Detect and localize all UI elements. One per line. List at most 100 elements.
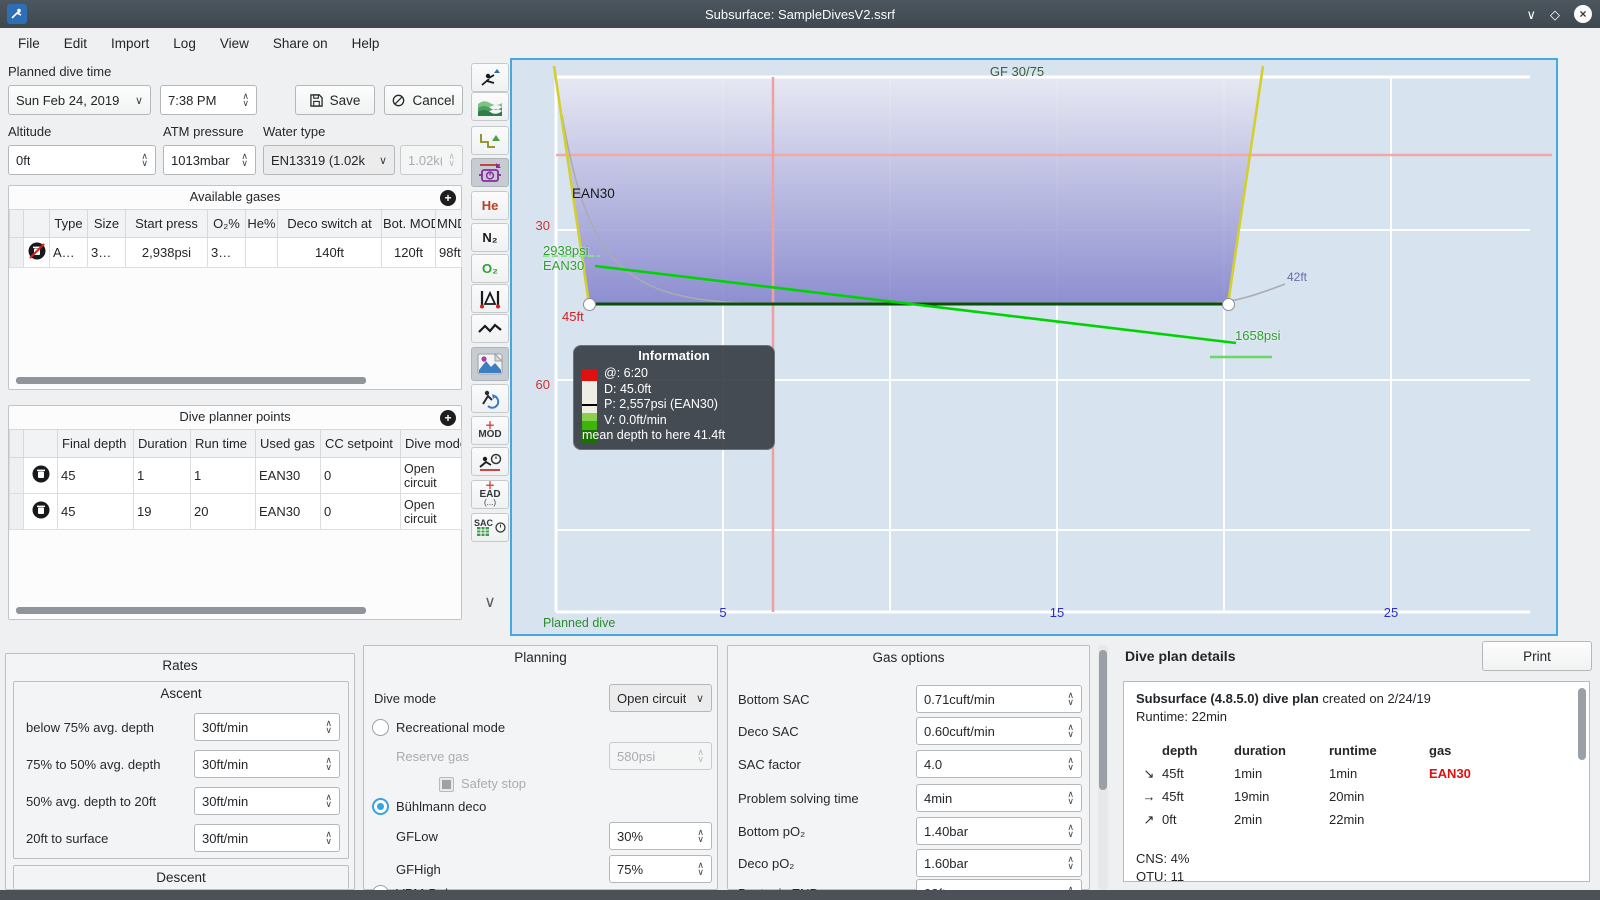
gas-row[interactable]: A… 3… 2,938psi 3… 140ft 120ft 98ft <box>9 237 462 268</box>
col-dive-mode[interactable]: Dive mode <box>400 429 462 458</box>
toolbar-oxygen-button[interactable]: O₂ <box>471 254 509 283</box>
deco-po2-spinbox[interactable]: 1.60bar ∧ ∨ <box>916 849 1082 877</box>
information-tooltip[interactable]: Information @: 6:20 D: 45.0ft P: 2,557ps… <box>573 345 775 450</box>
toolbar-time-shift-button[interactable] <box>471 158 509 187</box>
gas-bot-mod[interactable]: 120ft <box>381 237 436 268</box>
sac-factor-spinbox[interactable]: 4.0 ∧ ∨ <box>916 750 1082 778</box>
bottom-sac-spinbox[interactable]: 0.71cuft/min ∧ ∨ <box>916 685 1082 713</box>
spinner-arrows-icon[interactable]: ∧∨ <box>135 152 148 168</box>
spinner-arrows-icon[interactable]: ∧∨ <box>1061 691 1074 707</box>
gas-size[interactable]: 3… <box>87 237 126 268</box>
add-point-button[interactable]: + <box>440 410 456 426</box>
gas-he[interactable] <box>245 237 278 268</box>
spinner-arrows-icon[interactable]: ∧∨ <box>1061 823 1074 839</box>
col-start-press[interactable]: Start press <box>125 209 208 238</box>
gases-horizontal-scrollbar[interactable] <box>16 377 366 384</box>
col-mnd[interactable]: MND <box>435 209 462 238</box>
add-gas-button[interactable]: + <box>440 190 456 206</box>
gas-deco-switch[interactable]: 140ft <box>277 237 382 268</box>
spinner-arrows-icon[interactable]: ∧∨ <box>319 719 332 735</box>
planner-point-row[interactable]: 45 1 1 EAN30 0 Open circuit <box>9 457 462 494</box>
gas-o2[interactable]: 3… <box>207 237 246 268</box>
menu-import[interactable]: Import <box>99 36 161 51</box>
spinner-arrows-icon[interactable]: ∧∨ <box>319 793 332 809</box>
toolbar-nitrogen-button[interactable]: N₂ <box>471 223 509 252</box>
toolbar-helium-button[interactable]: He <box>471 191 509 220</box>
dive-time-spinbox[interactable]: 7:38 PM ∧ ∨ <box>160 85 257 115</box>
spinner-arrows-icon[interactable]: ∧∨ <box>236 92 249 108</box>
bottom-po2-spinbox[interactable]: 1.40bar ∧ ∨ <box>916 817 1082 845</box>
delete-gas-icon[interactable] <box>27 241 47 261</box>
spinner-arrows-icon[interactable]: ∧∨ <box>1061 756 1074 772</box>
dive-plan-text[interactable]: Subsurface (4.8.5.0) dive plan created o… <box>1123 681 1590 882</box>
dive-date-combobox[interactable]: Sun Feb 24, 2019 ∨ <box>8 85 151 115</box>
close-button[interactable]: × <box>1574 5 1592 23</box>
toolbar-heart-rate-button[interactable] <box>471 314 509 343</box>
ascent-rate-spinbox-3[interactable]: 30ft/min ∧ ∨ <box>194 787 340 815</box>
col-used-gas[interactable]: Used gas <box>255 429 321 458</box>
gas-mnd[interactable]: 98ft <box>435 237 462 268</box>
toolbar-ead-button[interactable]: ＋ EAD (...) <box>471 480 509 509</box>
col-type[interactable]: Type <box>49 209 88 238</box>
menu-share-on[interactable]: Share on <box>261 36 340 51</box>
dive-mode-combobox[interactable]: Open circuit ∨ <box>609 684 712 712</box>
toolbar-sac-button[interactable]: SAC <box>471 513 509 542</box>
toolbar-photos-button[interactable] <box>471 347 509 381</box>
col-o2[interactable]: O₂% <box>207 209 246 238</box>
water-type-combobox[interactable]: EN13319 (1.02k ∨ <box>263 145 395 175</box>
col-duration[interactable]: Duration <box>133 429 191 458</box>
toolbar-scroll-down-button[interactable]: ∨ <box>471 592 509 612</box>
toolbar-salinity-button[interactable] <box>471 92 509 121</box>
spinner-arrows-icon[interactable]: ∧∨ <box>691 828 704 844</box>
toolbar-scale-button[interactable] <box>471 126 509 155</box>
planner-point-row[interactable]: 45 19 20 EAN30 0 Open circuit <box>9 493 462 530</box>
print-button[interactable]: Print <box>1482 641 1592 671</box>
spinner-arrows-icon[interactable]: ∧∨ <box>319 756 332 772</box>
toolbar-tank-bar-button[interactable] <box>471 284 509 313</box>
spinner-arrows-icon[interactable]: ∧∨ <box>691 861 704 877</box>
gas-type[interactable]: A… <box>49 237 88 268</box>
ascent-rate-spinbox-2[interactable]: 30ft/min ∧ ∨ <box>194 750 340 778</box>
gfhigh-spinbox[interactable]: 75% ∧ ∨ <box>609 855 712 883</box>
spinner-arrows-icon[interactable]: ∧∨ <box>1061 855 1074 871</box>
save-button[interactable]: Save <box>295 85 375 115</box>
col-he[interactable]: He% <box>245 209 278 238</box>
points-horizontal-scrollbar[interactable] <box>16 607 366 614</box>
cancel-button[interactable]: Cancel <box>384 85 463 115</box>
profile-point-handle[interactable] <box>1222 298 1235 311</box>
minimize-button[interactable]: ∨ <box>1526 8 1536 21</box>
delete-point-icon[interactable] <box>31 500 51 520</box>
spinner-arrows-icon[interactable]: ∧∨ <box>1061 790 1074 806</box>
col-final-depth[interactable]: Final depth <box>57 429 134 458</box>
spinner-arrows-icon[interactable]: ∧∨ <box>235 152 248 168</box>
ascent-rate-spinbox-1[interactable]: 30ft/min ∧ ∨ <box>194 713 340 741</box>
toolbar-ascent-rates-button[interactable] <box>471 63 509 92</box>
menu-view[interactable]: View <box>208 36 261 51</box>
deco-sac-spinbox[interactable]: 0.60cuft/min ∧ ∨ <box>916 717 1082 745</box>
menu-log[interactable]: Log <box>161 36 208 51</box>
atm-pressure-spinbox[interactable]: 1013mbar ∧ ∨ <box>163 145 256 175</box>
col-bot-mod[interactable]: Bot. MOD <box>381 209 436 238</box>
menu-edit[interactable]: Edit <box>52 36 99 51</box>
options-scrollbar-handle[interactable] <box>1099 650 1107 790</box>
toolbar-gas-switch-button[interactable] <box>471 384 509 413</box>
col-run-time[interactable]: Run time <box>190 429 256 458</box>
maximize-button[interactable]: ◇ <box>1550 8 1560 21</box>
gas-start-press[interactable]: 2,938psi <box>125 237 208 268</box>
gflow-spinbox[interactable]: 30% ∧ ∨ <box>609 822 712 850</box>
col-cc-setpoint[interactable]: CC setpoint <box>320 429 401 458</box>
recreational-mode-radio[interactable] <box>372 719 389 736</box>
altitude-spinbox[interactable]: 0ft ∧ ∨ <box>8 145 156 175</box>
profile-point-handle[interactable] <box>583 298 596 311</box>
toolbar-deco-time-button[interactable] <box>471 447 509 476</box>
spinner-arrows-icon[interactable]: ∧∨ <box>319 830 332 846</box>
col-deco-switch[interactable]: Deco switch at <box>277 209 382 238</box>
menu-file[interactable]: File <box>6 36 52 51</box>
problem-solving-time-spinbox[interactable]: 4min ∧ ∨ <box>916 784 1082 812</box>
spinner-arrows-icon[interactable]: ∧∨ <box>1061 723 1074 739</box>
details-scrollbar-handle[interactable] <box>1578 688 1586 760</box>
menu-help[interactable]: Help <box>340 36 392 51</box>
delete-point-icon[interactable] <box>31 464 51 484</box>
col-size[interactable]: Size <box>87 209 126 238</box>
toolbar-mod-button[interactable]: ＋ MOD <box>471 416 509 445</box>
